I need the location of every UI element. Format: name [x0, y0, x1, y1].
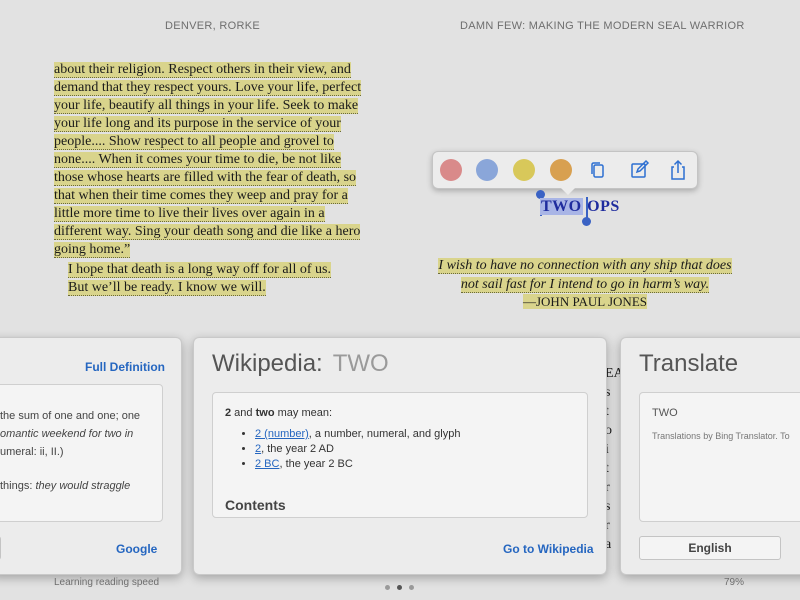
note-icon[interactable] — [627, 158, 651, 182]
definition-box: the sum of one and one; one omantic week… — [0, 384, 163, 522]
page-text-column[interactable]: about their religion. Respect others in … — [54, 61, 377, 297]
definition-line: the sum of one and one; one — [0, 410, 141, 422]
text-line: your life, beautify all things in your l… — [54, 98, 359, 114]
language-select-button[interactable]: English — [639, 536, 781, 560]
list-item: 2, the year 2 AD — [255, 442, 460, 457]
section-heading-selected[interactable]: TWO OPS — [540, 198, 620, 216]
selected-text[interactable]: TWO — [540, 198, 583, 215]
pagination-dot[interactable] — [409, 585, 414, 590]
epigraph-attribution: —JOHN PAUL JONES — [522, 294, 647, 309]
epigraph-line: I wish to have no connection with any sh… — [438, 258, 732, 274]
progress-percent: 79% — [724, 577, 745, 588]
copy-icon[interactable] — [586, 158, 610, 182]
text-line: that when their time comes they weep and… — [54, 188, 348, 204]
definition-line: omantic weekend for two in — [0, 428, 134, 440]
text-line: people.... Show respect to all people an… — [54, 134, 334, 150]
list-item: 2 BC, the year 2 BC — [255, 457, 460, 472]
wikipedia-intro: 2 and two may mean: — [225, 407, 333, 419]
highlight-yellow-button[interactable] — [513, 159, 535, 181]
paragraph-highlighted[interactable]: about their religion. Respect others in … — [54, 61, 377, 259]
heading-rest: OPS — [582, 198, 620, 215]
highlight-toolbar — [432, 151, 698, 195]
running-header-author: DENVER, RORKE — [165, 20, 260, 32]
selection-handle-end[interactable] — [582, 217, 591, 226]
text-line: about their religion. Respect others in … — [54, 62, 351, 78]
definition-example: things: they would straggle — [0, 480, 131, 492]
paragraph[interactable]: But we’ll be ready. I know we will. — [54, 279, 377, 297]
translate-panel[interactable]: Translate TWO Translations by Bing Trans… — [620, 337, 800, 575]
translate-note: Translations by Bing Translator. To — [652, 431, 790, 441]
panel-title: Translate — [639, 350, 739, 377]
wikipedia-content-box[interactable]: 2 and two may mean: 2 (number), a number… — [212, 392, 588, 518]
full-definition-link[interactable]: Full Definition — [85, 360, 165, 374]
text-line: none.... When it comes your time to die,… — [54, 152, 342, 168]
pagination-dot-active[interactable] — [397, 585, 402, 590]
epigraph-line: not sail fast for I intend to go in harm… — [460, 277, 710, 293]
text-line: your life long and its purpose in the se… — [54, 116, 341, 132]
list-item: 2 (number), a number, numeral, and glyph — [255, 427, 460, 442]
text-line: I hope that death is a long way off for … — [68, 262, 331, 278]
wiki-link[interactable]: 2 BC — [255, 458, 279, 470]
wikipedia-panel[interactable]: Wikipedia:TWO 2 and two may mean: 2 (num… — [193, 337, 607, 575]
translate-box[interactable]: TWO Translations by Bing Translator. To — [639, 392, 800, 522]
definition-line: umeral: ii, II.) — [0, 446, 64, 458]
text-line: demand that they respect yours. Love you… — [54, 80, 362, 96]
contents-heading: Contents — [225, 497, 286, 513]
wikipedia-list: 2 (number), a number, numeral, and glyph… — [225, 427, 460, 472]
panel-title: Wikipedia: TWO — [212, 350, 389, 377]
dictionary-panel[interactable]: Full Definition the sum of one and one; … — [0, 337, 182, 575]
search-web-button[interactable] — [0, 536, 1, 560]
text-line: going home.” — [54, 242, 131, 258]
text-line: those whose hearts are filled with the f… — [54, 170, 357, 186]
translate-term: TWO — [652, 407, 678, 419]
paragraph[interactable]: I hope that death is a long way off for … — [54, 261, 377, 279]
go-to-wikipedia-link[interactable]: Go to Wikipedia — [503, 542, 594, 556]
share-icon[interactable] — [666, 158, 690, 182]
pagination-dot[interactable] — [385, 585, 390, 590]
text-line: little more time to live their lives ove… — [54, 206, 325, 222]
reading-speed-label: Learning reading speed — [54, 577, 160, 588]
text-line: But we’ll be ready. I know we will. — [68, 280, 266, 296]
epigraph[interactable]: I wish to have no connection with any sh… — [420, 256, 750, 294]
highlight-blue-button[interactable] — [476, 159, 498, 181]
google-link[interactable]: Google — [116, 542, 157, 556]
toolbar-pointer — [559, 186, 577, 195]
highlight-orange-button[interactable] — [550, 159, 572, 181]
selection-handle-end-line — [586, 197, 588, 219]
text-line: different way. Sing your death song and … — [54, 224, 361, 240]
highlight-red-button[interactable] — [440, 159, 462, 181]
running-header-title: DAMN FEW: MAKING THE MODERN SEAL WARRIOR — [460, 20, 745, 32]
wiki-link[interactable]: 2 (number) — [255, 428, 309, 440]
reader-page: DENVER, RORKE DAMN FEW: MAKING THE MODER… — [0, 0, 800, 600]
